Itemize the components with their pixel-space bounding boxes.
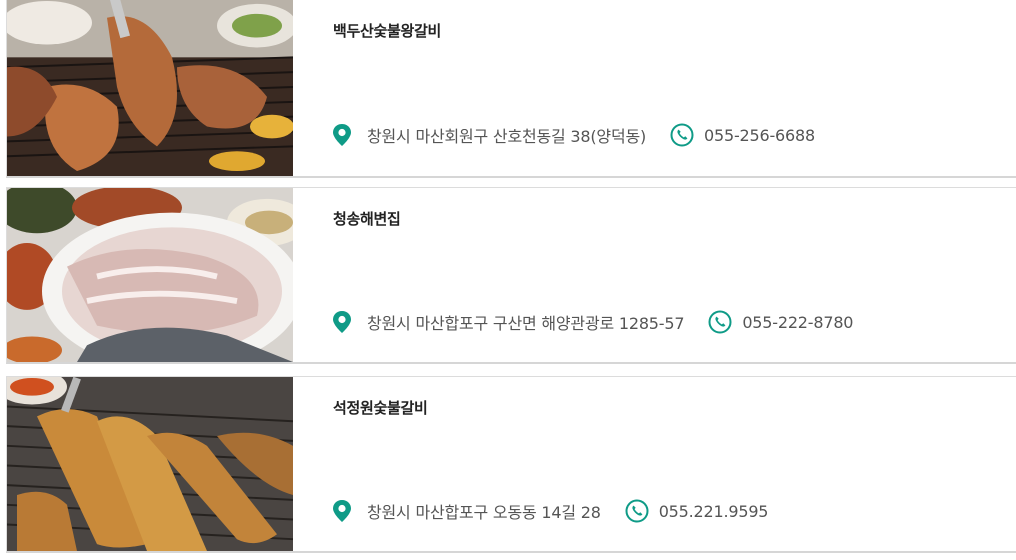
restaurant-name[interactable]: 석정원숯불갈비: [333, 397, 428, 418]
restaurant-thumbnail[interactable]: [7, 188, 293, 362]
restaurant-thumbnail[interactable]: [7, 377, 293, 551]
restaurant-card[interactable]: 청송해변집 창원시 마산합포구 구산면 해양관광로 1285-57 055-22…: [6, 187, 1016, 364]
restaurant-address: 창원시 마산회원구 산호천동길 38(양덕동): [367, 127, 647, 146]
restaurant-address: 창원시 마산합포구 구산면 해양관광로 1285-57: [367, 314, 685, 333]
restaurant-phone[interactable]: 055.221.9595: [659, 502, 769, 521]
restaurant-card[interactable]: 석정원숯불갈비 창원시 마산합포구 오동동 14길 28 055.221.959…: [6, 376, 1016, 553]
restaurant-thumbnail[interactable]: [7, 0, 293, 176]
map-pin-icon: [333, 311, 351, 333]
sliced-raw-fish-photo: [7, 188, 293, 362]
restaurant-card[interactable]: 백두산숯불왕갈비 창원시 마산회원구 산호천동길 38(양덕동) 055-256…: [6, 0, 1016, 178]
map-pin-icon: [333, 500, 351, 522]
grilled-galbi-photo: [7, 0, 293, 176]
charcoal-grilled-meat-photo: [7, 377, 293, 551]
restaurant-name[interactable]: 청송해변집: [333, 208, 401, 229]
phone-icon: [670, 123, 694, 147]
phone-icon: [708, 310, 732, 334]
phone-icon: [625, 499, 649, 523]
restaurant-list: 백두산숯불왕갈비 창원시 마산회원구 산호천동길 38(양덕동) 055-256…: [0, 0, 1016, 560]
map-pin-icon: [333, 124, 351, 146]
restaurant-info: 창원시 마산합포구 오동동 14길 28 055.221.9595: [331, 498, 768, 524]
restaurant-info: 창원시 마산합포구 구산면 해양관광로 1285-57 055-222-8780: [331, 309, 853, 335]
restaurant-phone[interactable]: 055-256-6688: [704, 126, 815, 145]
restaurant-phone[interactable]: 055-222-8780: [742, 313, 853, 332]
restaurant-name[interactable]: 백두산숯불왕갈비: [333, 20, 441, 41]
restaurant-info: 창원시 마산회원구 산호천동길 38(양덕동) 055-256-6688: [331, 122, 815, 148]
restaurant-address: 창원시 마산합포구 오동동 14길 28: [367, 503, 601, 522]
